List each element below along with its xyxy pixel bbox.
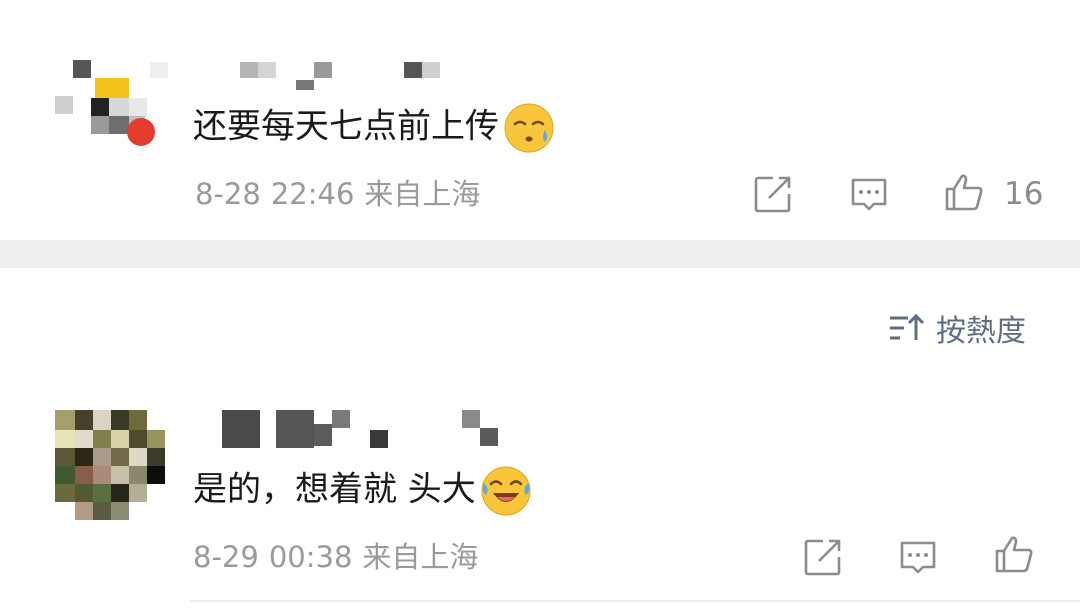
reply-icon[interactable] [898,537,938,577]
like-icon[interactable] [994,534,1034,574]
comment-date: 8-28 [195,177,261,211]
share-icon[interactable] [753,174,793,214]
comment-location: 来自上海 [364,177,481,211]
comment-location: 来自上海 [362,540,479,574]
like-icon[interactable] [944,172,984,212]
crying-laughing-emoji [481,466,531,516]
avatar[interactable] [55,60,168,172]
comment-text: 还要每天七点前上传 [193,102,555,154]
sort-by-hot-button[interactable]: 按熱度 [888,308,1026,349]
comment-date: 8-29 [193,540,259,574]
avatar[interactable] [55,410,167,522]
share-icon[interactable] [803,537,843,577]
comment-text: 是的，想着就 头大 [193,465,532,517]
reply-icon[interactable] [849,174,889,214]
sweat-smile-emoji [504,103,554,153]
like-count: 16 [1004,176,1044,212]
comment-meta: 8-28 22:46 来自上海 [195,176,480,212]
divider-line [190,600,1080,602]
sort-label: 按熱度 [936,314,1026,349]
comment-meta: 8-29 00:38 来自上海 [193,539,478,575]
comment-time: 22:46 [270,177,355,211]
section-divider [0,240,1080,268]
comment-time: 00:38 [268,540,353,574]
sort-icon [890,313,925,340]
